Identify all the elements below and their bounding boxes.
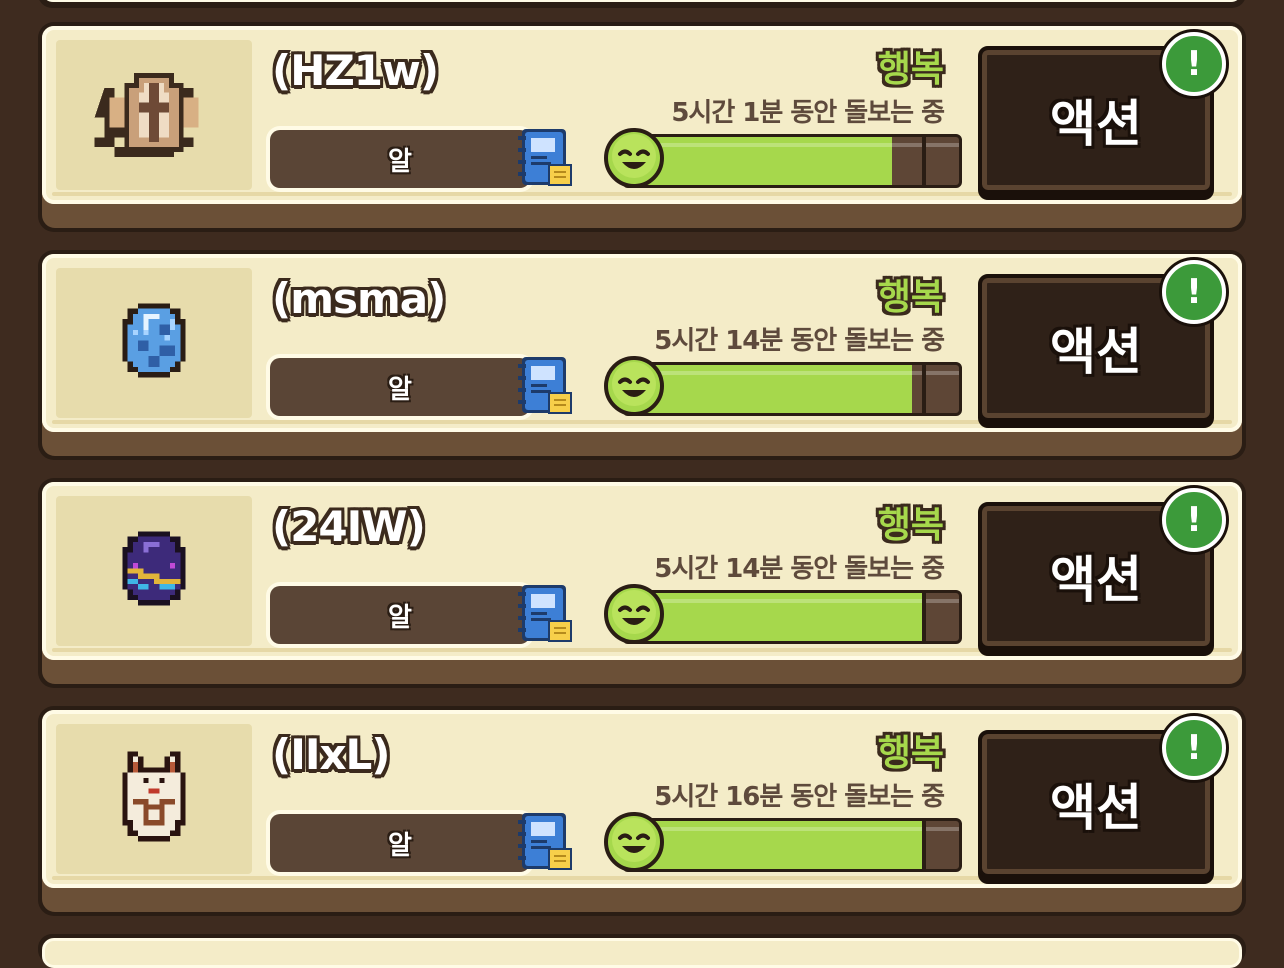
pet-name: (24IW) bbox=[272, 502, 426, 551]
pet-name: (HZ1w) bbox=[272, 46, 439, 95]
pet-list: (HZ1w) 알 행복 5시간 1분 동안 돌보는 중 액션 ! (msma) … bbox=[0, 0, 1284, 943]
action-button-label: 액션 bbox=[1050, 323, 1142, 381]
stage-pill: 알 bbox=[270, 358, 530, 416]
smile-face-icon bbox=[604, 128, 664, 188]
pet-portrait bbox=[56, 724, 252, 874]
happiness-bar bbox=[622, 362, 962, 416]
pet-name: (IIxL) bbox=[272, 730, 390, 779]
stage-pill: 알 bbox=[270, 586, 530, 644]
care-duration: 5시간 16분 동안 돌보는 중 bbox=[654, 782, 945, 812]
alert-badge[interactable]: ! bbox=[1162, 488, 1226, 552]
pet-card: (24IW) 알 행복 5시간 14분 동안 돌보는 중 액션 ! bbox=[38, 478, 1246, 688]
stage-label: 알 bbox=[388, 146, 412, 177]
action-button-label: 액션 bbox=[1050, 779, 1142, 837]
mood-label: 행복 bbox=[877, 49, 944, 90]
alert-badge[interactable]: ! bbox=[1162, 32, 1226, 96]
stage-pill: 알 bbox=[270, 130, 530, 188]
stage-pill: 알 bbox=[270, 814, 530, 872]
notebook-icon[interactable] bbox=[516, 810, 574, 874]
mood-label: 행복 bbox=[877, 505, 944, 546]
pet-name: (msma) bbox=[272, 274, 446, 323]
care-duration: 5시간 14분 동안 돌보는 중 bbox=[654, 326, 945, 356]
stage-label: 알 bbox=[388, 830, 412, 861]
alert-badge[interactable]: ! bbox=[1162, 716, 1226, 780]
mood-label: 행복 bbox=[877, 733, 944, 774]
happiness-bar bbox=[622, 134, 962, 188]
smile-face-icon bbox=[604, 812, 664, 872]
happiness-bar bbox=[622, 818, 962, 872]
action-button-label: 액션 bbox=[1050, 551, 1142, 609]
stage-label: 알 bbox=[388, 602, 412, 633]
notebook-icon[interactable] bbox=[516, 126, 574, 190]
pet-card: (msma) 알 행복 5시간 14분 동안 돌보는 중 액션 ! bbox=[38, 250, 1246, 460]
alert-badge[interactable]: ! bbox=[1162, 260, 1226, 324]
pet-portrait bbox=[56, 268, 252, 418]
crest-egg-icon bbox=[94, 72, 199, 158]
pet-card: (IIxL) 알 행복 5시간 16분 동안 돌보는 중 액션 ! bbox=[38, 706, 1246, 916]
stage-label: 알 bbox=[388, 374, 412, 405]
happiness-bar bbox=[622, 590, 962, 644]
care-duration: 5시간 14분 동안 돌보는 중 bbox=[654, 554, 945, 584]
purple-egg-icon bbox=[122, 531, 186, 606]
partial-card-bottom bbox=[38, 934, 1246, 968]
pet-portrait bbox=[56, 496, 252, 646]
notebook-icon[interactable] bbox=[516, 582, 574, 646]
mood-label: 행복 bbox=[877, 277, 944, 318]
blue-egg-icon bbox=[122, 303, 186, 378]
pet-card: (HZ1w) 알 행복 5시간 1분 동안 돌보는 중 액션 ! bbox=[38, 22, 1246, 232]
action-button-label: 액션 bbox=[1050, 95, 1142, 153]
pet-portrait bbox=[56, 40, 252, 190]
notebook-icon[interactable] bbox=[516, 354, 574, 418]
care-duration: 5시간 1분 동안 돌보는 중 bbox=[671, 98, 945, 128]
smile-face-icon bbox=[604, 356, 664, 416]
horned-egg-icon bbox=[122, 751, 186, 842]
smile-face-icon bbox=[604, 584, 664, 644]
